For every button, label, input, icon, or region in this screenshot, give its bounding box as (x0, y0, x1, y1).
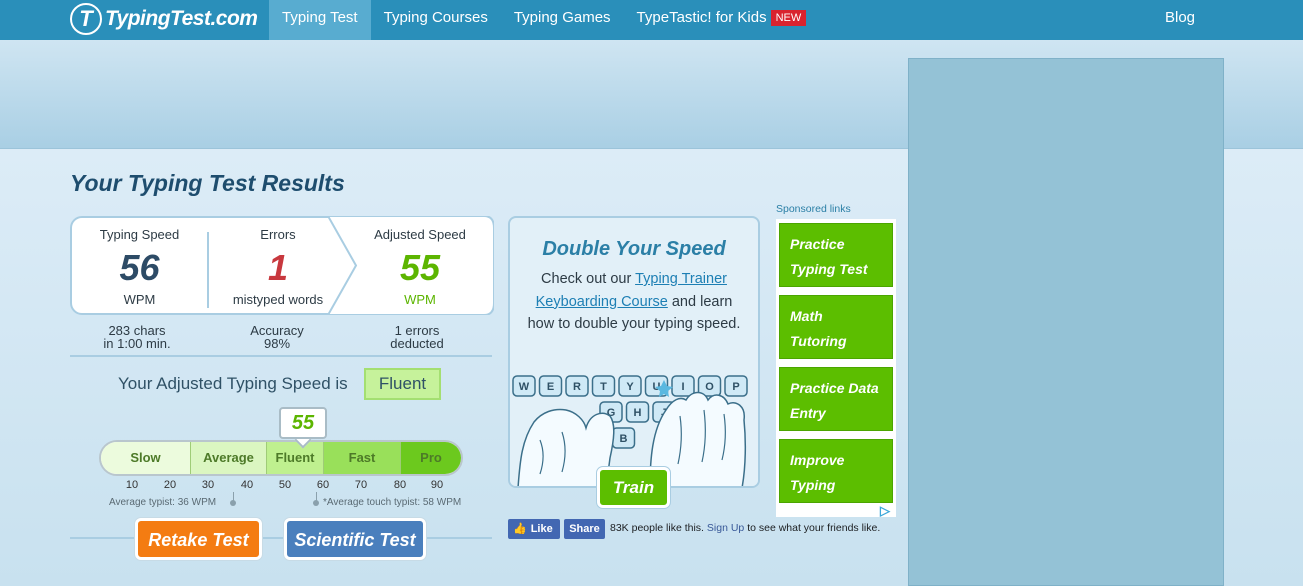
scale-tick: 30 (201, 479, 215, 491)
keyboard-key-label: Y (626, 381, 634, 393)
scale-segment-slow: Slow (101, 442, 191, 474)
level-badge: Fluent (364, 368, 441, 400)
section-divider (70, 355, 492, 357)
nav-blog[interactable]: Blog (1165, 0, 1195, 35)
like-label: Like (530, 523, 553, 535)
sponsored-links-panel: Practice Typing Test Math Tutoring Pract… (776, 219, 896, 517)
social-suffix-text: to see what your friends like. (747, 522, 881, 534)
average-typist-dot (230, 500, 236, 506)
scale-segment-average: Average (191, 442, 267, 474)
errors-label: Errors (260, 227, 296, 242)
logo-badge-icon: T (70, 3, 102, 35)
errors-unit: mistyped words (232, 292, 324, 307)
scale-tick: 70 (354, 479, 368, 491)
scale-segment-fast: Fast (324, 442, 401, 474)
sponsored-links-label: Sponsored links (776, 203, 851, 215)
facebook-social-text: 83K people like this. Sign Up to see wha… (610, 522, 880, 534)
sponsored-link[interactable]: Math Tutoring (779, 295, 893, 359)
bottom-divider (70, 537, 492, 539)
typing-speed-value: 56 (119, 247, 160, 288)
facebook-share-button[interactable]: Share (564, 519, 605, 539)
keyboard-key-label: O (705, 381, 714, 393)
scale-segment-pro: Pro (401, 442, 461, 474)
keyboard-key-label: W (519, 381, 530, 393)
sponsored-link[interactable]: Practice Typing Test (779, 223, 893, 287)
scale-tick: 90 (430, 479, 444, 491)
stats-box: Typing Speed 56 WPM Errors 1 mistyped wo… (70, 216, 494, 315)
nav-typetastic-label: TypeTastic! for Kids (636, 9, 767, 26)
right-ad-panel[interactable] (908, 58, 1224, 586)
adjusted-level-text: Your Adjusted Typing Speed is (118, 374, 348, 393)
touch-typist-note: *Average touch typist: 58 WPM (323, 497, 462, 508)
accuracy-stat: Accuracy 98% (222, 324, 332, 350)
keyboard-key-label: P (732, 381, 739, 393)
scale-tick: 60 (316, 479, 330, 491)
sponsored-link[interactable]: Practice Data Entry (779, 367, 893, 431)
touch-typist-dot (313, 500, 319, 506)
new-badge: NEW (770, 10, 807, 26)
top-navigation-bar: T TypingTest.com Typing Test Typing Cour… (0, 0, 1303, 40)
chars-time: in 1:00 min. (103, 336, 171, 351)
average-typist-note: Average typist: 36 WPM (109, 497, 217, 508)
scale-segment-fluent: Fluent (267, 442, 324, 474)
page-title: Your Typing Test Results (70, 170, 345, 196)
promo-text: Check out our Typing Trainer Keyboarding… (526, 268, 742, 336)
main-nav: Typing Test Typing Courses Typing Games … (269, 0, 819, 40)
typing-speed-stat: Typing Speed 56 WPM (72, 218, 207, 307)
keyboard-key-label: I (681, 381, 684, 393)
deducted-label: deducted (390, 336, 444, 351)
scientific-test-button[interactable]: Scientific Test (284, 518, 426, 560)
errors-stat: Errors 1 mistyped words (209, 218, 347, 307)
scale-tick: 80 (393, 479, 407, 491)
keyboard-key-label: R (573, 381, 581, 393)
scale-tick: 20 (163, 479, 177, 491)
typing-speed-label: Typing Speed (99, 227, 180, 242)
train-button[interactable]: Train (597, 467, 670, 508)
retake-test-button[interactable]: Retake Test (135, 518, 262, 560)
like-count-text: 83K people like this. (610, 522, 704, 534)
adjusted-speed-unit: WPM (404, 292, 436, 307)
keyboard-key-label: B (620, 433, 628, 445)
keyboard-key-label: T (600, 381, 607, 393)
chars-stat: 283 chars in 1:00 min. (82, 324, 192, 350)
scale-tick: 50 (278, 479, 292, 491)
nav-typing-games[interactable]: Typing Games (501, 0, 624, 40)
scale-tick: 10 (125, 479, 139, 491)
logo-text: TypingTest.com (105, 7, 258, 30)
nav-typing-courses[interactable]: Typing Courses (371, 0, 501, 40)
deducted-stat: 1 errors deducted (362, 324, 472, 350)
errors-value: 1 (267, 247, 289, 288)
site-logo[interactable]: T TypingTest.com (70, 2, 258, 36)
ad-choices-icon[interactable]: ▷ (880, 503, 890, 519)
nav-typetastic[interactable]: TypeTastic! for Kids NEW (624, 0, 820, 40)
adjusted-speed-label: Adjusted Speed (374, 227, 466, 242)
sponsored-link[interactable]: Improve Typing (779, 439, 893, 503)
adjusted-speed-value: 55 (399, 247, 441, 288)
thumbs-up-icon: 👍 (513, 523, 527, 535)
speed-marker: 55 (279, 407, 327, 439)
speed-scale: Slow Average Fluent Fast Pro (99, 440, 463, 476)
facebook-like-button[interactable]: 👍 Like (508, 519, 560, 539)
keyboard-key-label: E (547, 381, 554, 393)
scale-tick: 40 (240, 479, 254, 491)
typing-speed-unit: WPM (123, 292, 156, 307)
promo-title: Double Your Speed (542, 238, 726, 260)
promo-text-start: Check out our (541, 271, 636, 287)
promo-card: Double Your Speed Check out our Typing T… (508, 216, 760, 488)
nav-typing-test[interactable]: Typing Test (269, 0, 371, 40)
keyboard-key-label: H (634, 407, 642, 419)
adjusted-speed-stat: Adjusted Speed 55 WPM (350, 218, 490, 307)
accuracy-value: 98% (263, 336, 291, 351)
facebook-signup-link[interactable]: Sign Up (707, 522, 744, 534)
